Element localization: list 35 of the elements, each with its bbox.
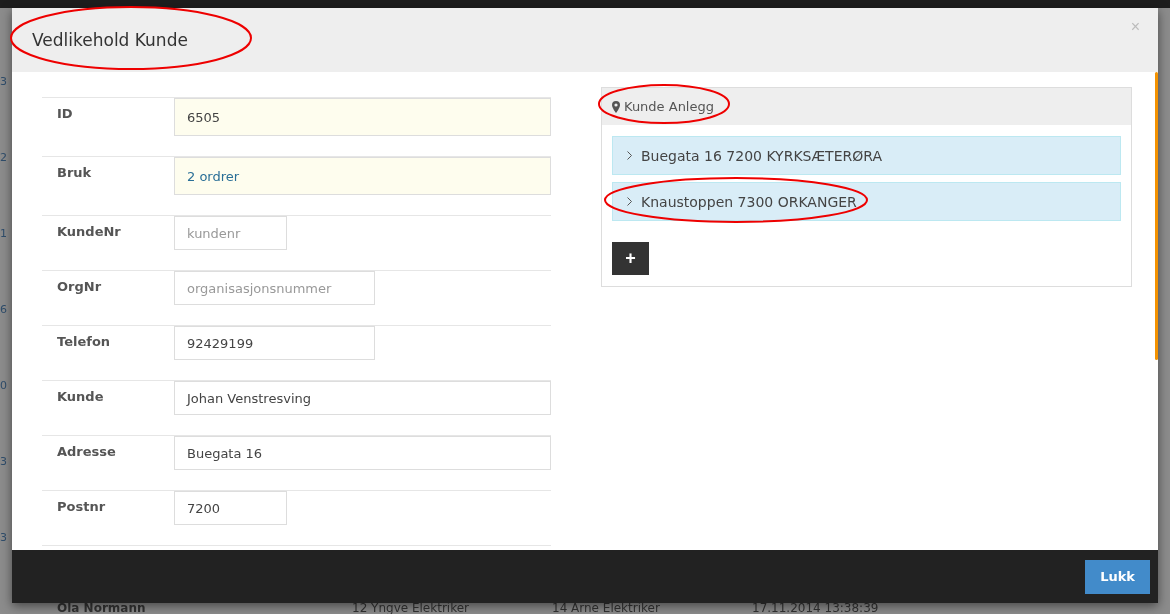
field-label: KundeNr <box>56 223 122 241</box>
site-item[interactable]: Knaustoppen 7300 ORKANGER <box>612 182 1121 221</box>
row-number-fragment: 6 <box>0 303 7 316</box>
field-label: Postnr <box>56 498 107 516</box>
panel-heading: Kunde Anlegg <box>624 99 714 114</box>
add-button[interactable]: + <box>612 242 649 275</box>
input-field[interactable]: Johan Venstresving <box>174 381 551 415</box>
chevron-right-icon <box>627 197 632 206</box>
row-number-fragment: 3 <box>0 75 7 88</box>
field-label: Telefon <box>56 333 112 351</box>
input-field: 6505 <box>174 98 551 136</box>
site-item[interactable]: Buegata 16 7200 KYRKSÆTERØRA <box>612 136 1121 175</box>
field-label: OrgNr <box>56 278 103 296</box>
field-label: Kunde <box>56 388 105 406</box>
row-number-fragment: 2 <box>0 151 7 164</box>
input-field[interactable]: 92429199 <box>174 326 375 360</box>
field-label: Bruk <box>56 164 93 182</box>
dialog-title: Vedlikehold Kunde <box>32 30 188 50</box>
map-pin-icon <box>612 100 620 113</box>
row-number-fragment: 0 <box>0 379 7 392</box>
table-cell-text: 14 Arne Elektriker <box>552 601 661 614</box>
table-cell-text: 12 Yngve Elektriker <box>352 601 470 614</box>
usage-field: 2 ordrer <box>174 157 551 195</box>
field-label: Adresse <box>56 443 117 461</box>
chevron-right-icon <box>627 151 632 160</box>
table-cell: 17.11.2014 13:38:39 <box>752 601 879 614</box>
input-field[interactable]: Buegata 16 <box>174 436 551 470</box>
field-label: ID <box>56 105 74 123</box>
row-number-fragment: 3 <box>0 531 7 544</box>
row-number-fragment: 3 <box>0 455 7 468</box>
scrollbar[interactable] <box>1155 72 1158 360</box>
close-button[interactable]: Lukk <box>1085 559 1150 594</box>
row-number-fragment: 1 <box>0 227 7 240</box>
table-cell-text: Ola Normann <box>57 601 147 614</box>
input-field[interactable]: 7200 <box>174 491 287 525</box>
